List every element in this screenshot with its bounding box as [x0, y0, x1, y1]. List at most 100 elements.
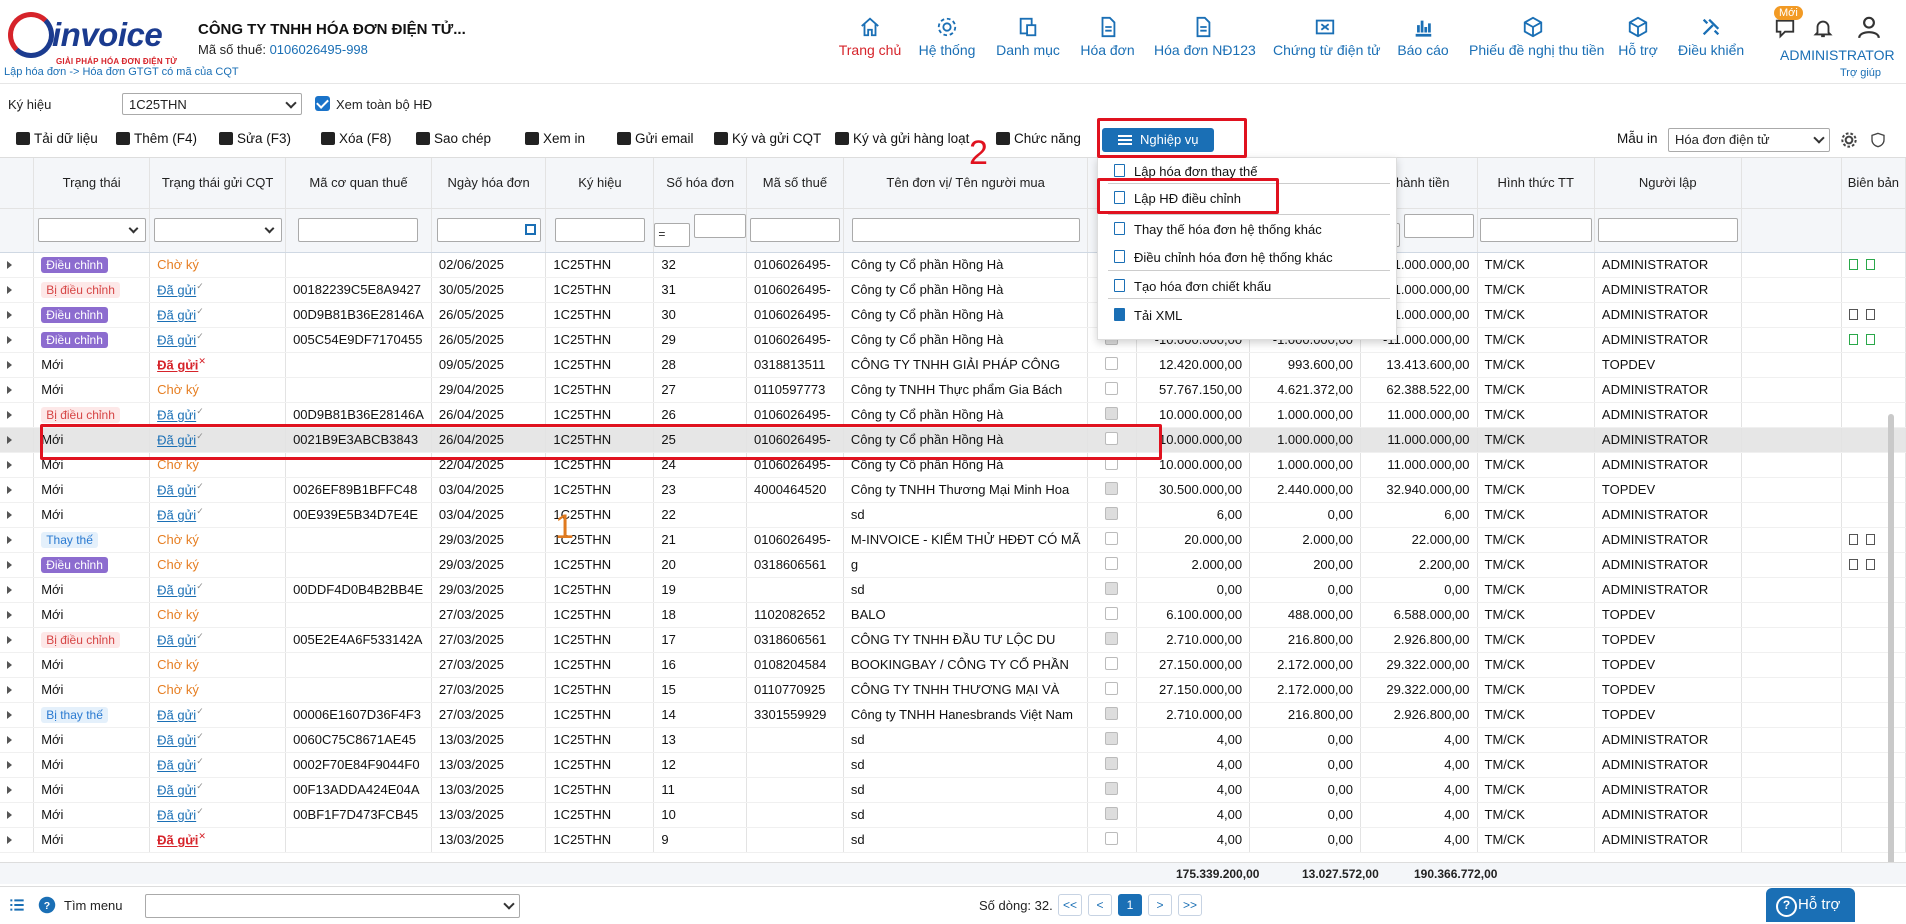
col-trang-thai-gui-cqt[interactable]: Trạng thái gửi CQT: [149, 158, 287, 209]
cqt-status[interactable]: Đã gửi: [157, 758, 196, 773]
table-row[interactable]: Mới Đã gửi✓ 00BF1F7D473FCB45 13/03/2025 1C25…: [0, 802, 1906, 828]
cqt-status[interactable]: Đã gửi: [157, 733, 196, 748]
row-checkbox[interactable]: [1105, 656, 1119, 670]
document-icon[interactable]: [1848, 259, 1858, 270]
row-checkbox[interactable]: [1105, 756, 1119, 770]
filter-ten-don-vi[interactable]: [851, 218, 1080, 242]
table-row[interactable]: Điều chỉnh Chờ ký 02/06/2025 1C25THN 32 01060…: [0, 252, 1906, 278]
filter-hinh-thuc-tt[interactable]: [1479, 218, 1592, 242]
table-row[interactable]: Mới Đã gửi✓ 00F13ADDA424E04A 13/03/2025 1C25…: [0, 777, 1906, 803]
support-button[interactable]: Hỗ trợ: [1766, 888, 1855, 922]
page-1-button[interactable]: 1: [1118, 894, 1142, 916]
reload-button[interactable]: Tải dữ liệu: [16, 131, 98, 146]
filter-thanh-tien[interactable]: [1403, 213, 1474, 238]
nav-chung-tu-dien-tu[interactable]: Chứng từ điện tử: [1273, 16, 1381, 68]
col-nguoi-lap[interactable]: Người lập: [1594, 158, 1742, 209]
col-so-hoa-don[interactable]: Số hóa đơn: [653, 158, 748, 209]
row-checkbox[interactable]: [1105, 481, 1119, 495]
vertical-scrollbar[interactable]: [1888, 414, 1894, 863]
table-row[interactable]: Điều chỉnh Đã gửi✓ 00D9B81B36E28146A 26/05/…: [0, 302, 1906, 328]
cqt-status[interactable]: Chờ ký: [157, 257, 199, 272]
cqt-status[interactable]: Đã gửi: [157, 783, 196, 798]
row-checkbox[interactable]: [1105, 731, 1119, 745]
table-row[interactable]: Điều chỉnh Chờ ký 29/03/2025 1C25THN 20 03186…: [0, 552, 1906, 578]
cqt-status[interactable]: Đã gửi: [157, 308, 196, 323]
cqt-status[interactable]: Đã gửi: [157, 583, 196, 598]
table-row[interactable]: Mới Đã gửi✓ 0002F70E84F9044F0 13/03/2025 1C2…: [0, 752, 1906, 778]
col-ma-co-quan-thue[interactable]: Mã cơ quan thuế: [285, 158, 432, 209]
ky-hieu-select[interactable]: 1C25THN: [122, 93, 302, 115]
table-row[interactable]: Mới Đã gửi✕ 13/03/2025 1C25THN 9 sd 4,00 0,00 4,…: [0, 827, 1906, 853]
cqt-status[interactable]: Chờ ký: [157, 682, 199, 697]
mau-in-select[interactable]: Hóa đơn điện tử: [1668, 128, 1830, 152]
nav-hoa-don-nd123[interactable]: Hóa đơn NĐ123: [1154, 16, 1256, 68]
document-icon[interactable]: [1848, 559, 1858, 570]
table-row[interactable]: Thay thế Chờ ký 29/03/2025 1C25THN 21 0106026…: [0, 527, 1906, 553]
filter-ma-co-quan-thue[interactable]: [298, 218, 419, 242]
settings-icon[interactable]: [1841, 132, 1857, 148]
cqt-status[interactable]: Đã gửi: [157, 283, 196, 298]
col-ma-so-thue[interactable]: Mã số thuế: [746, 158, 844, 209]
table-row[interactable]: Mới Đã gửi✕ 09/05/2025 1C25THN 28 0318813511 C…: [0, 352, 1906, 378]
cqt-status[interactable]: Đã gửi: [157, 833, 198, 848]
document-icon[interactable]: [1848, 309, 1858, 320]
row-checkbox[interactable]: [1105, 831, 1119, 845]
printer-icon[interactable]: [1865, 309, 1875, 320]
menu-tao-hoa-don-chiet-khau[interactable]: Tạo hóa đơn chiết khấu: [1134, 279, 1271, 294]
filter-ngay-hoa-don[interactable]: [436, 218, 541, 242]
filter-so-hoa-don[interactable]: [694, 213, 746, 238]
nav-he-thong[interactable]: Hệ thống: [917, 16, 977, 68]
row-checkbox[interactable]: [1105, 681, 1119, 695]
edit-button[interactable]: Sửa (F3): [219, 131, 291, 146]
shield-icon[interactable]: [1870, 131, 1886, 149]
row-checkbox[interactable]: [1105, 356, 1119, 370]
table-row[interactable]: Mới Chờ ký 29/04/2025 1C25THN 27 0110597773 Cô…: [0, 377, 1906, 403]
cqt-status[interactable]: Chờ ký: [157, 557, 199, 572]
table-row[interactable]: Mới Chờ ký 27/03/2025 1C25THN 15 0110770925 CÔ…: [0, 677, 1906, 703]
printer-icon[interactable]: [1865, 534, 1875, 545]
filter-so-op[interactable]: =: [654, 222, 691, 247]
menu-thay-the-hoa-don-he-thong-khac[interactable]: Thay thế hóa đơn hệ thống khác: [1134, 222, 1322, 237]
next-page-button[interactable]: >: [1148, 894, 1172, 916]
row-checkbox[interactable]: [1105, 406, 1119, 420]
row-checkbox[interactable]: [1105, 631, 1119, 645]
delete-button[interactable]: Xóa (F8): [321, 131, 392, 146]
nav-dieu-khien[interactable]: Điều khiển: [1678, 16, 1744, 68]
cqt-status[interactable]: Đã gửi: [157, 408, 196, 423]
cqt-status[interactable]: Chờ ký: [157, 532, 199, 547]
printer-icon[interactable]: [1865, 559, 1875, 570]
table-row[interactable]: Mới Chờ ký 27/03/2025 1C25THN 16 0108204584 BO…: [0, 652, 1906, 678]
document-icon[interactable]: [1848, 534, 1858, 545]
row-checkbox[interactable]: [1105, 381, 1119, 395]
filter-trang-thai-gui[interactable]: [153, 218, 282, 242]
menu-dieu-chinh-hoa-don-he-thong-khac[interactable]: Điều chỉnh hóa đơn hệ thống khác: [1134, 250, 1333, 265]
table-row[interactable]: Mới Đã gửi✓ 0026EF89B1BFFC48 03/04/2025 1C25…: [0, 477, 1906, 503]
cqt-status[interactable]: Chờ ký: [157, 657, 199, 672]
row-checkbox[interactable]: [1105, 806, 1119, 820]
cqt-status[interactable]: Đã gửi: [157, 708, 196, 723]
table-row[interactable]: Mới Đã gửi✓ 00DDF4D0B4B2BB4E 29/03/2025 1C25…: [0, 577, 1906, 603]
row-checkbox[interactable]: [1105, 781, 1119, 795]
help-link[interactable]: Trợ giúp: [1840, 67, 1881, 79]
col-bien-ban[interactable]: Biên bản: [1841, 158, 1906, 209]
sign-send-cqt-button[interactable]: Ký và gửi CQT: [714, 131, 821, 146]
row-checkbox[interactable]: [1105, 706, 1119, 720]
first-page-button[interactable]: <<: [1058, 894, 1082, 916]
row-checkbox[interactable]: [1105, 581, 1119, 595]
bell-icon[interactable]: [1812, 17, 1834, 39]
nav-ho-tro[interactable]: Hỗ trợ: [1617, 16, 1659, 68]
table-row[interactable]: Bị điều chỉnh Đã gửi✓ 005E2E4A6F533142A 27/…: [0, 627, 1906, 653]
cqt-status[interactable]: Đã gửi: [157, 633, 196, 648]
nav-danh-muc[interactable]: Danh mục: [996, 16, 1060, 68]
last-page-button[interactable]: >>: [1178, 894, 1202, 916]
cqt-status[interactable]: Đã gửi: [157, 808, 196, 823]
table-row[interactable]: Mới Đã gửi✓ 00E939E5B34D7E4E 03/04/2025 1C25…: [0, 502, 1906, 528]
nav-trang-chu[interactable]: Trang chủ: [838, 16, 902, 68]
row-checkbox[interactable]: [1105, 531, 1119, 545]
cqt-status[interactable]: Đã gửi: [157, 508, 196, 523]
send-email-button[interactable]: Gửi email: [617, 131, 694, 146]
user-name[interactable]: ADMINISTRATOR: [1780, 47, 1895, 63]
cqt-status[interactable]: Đã gửi: [157, 358, 198, 373]
filter-nguoi-lap[interactable]: [1597, 218, 1738, 242]
table-row[interactable]: Bị điều chỉnh Đã gửi✓ 00182239C5E8A9427 30/…: [0, 277, 1906, 303]
